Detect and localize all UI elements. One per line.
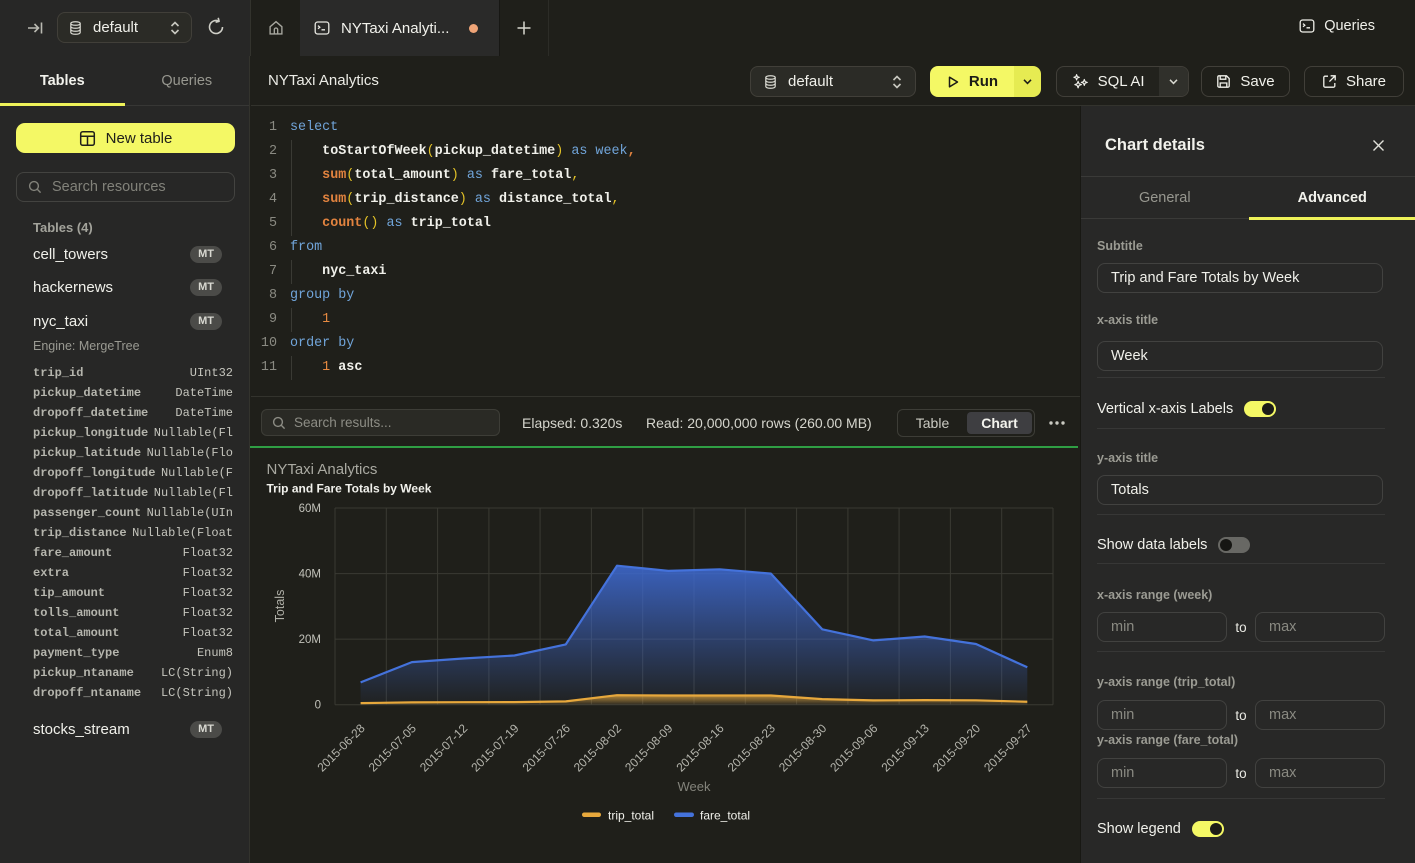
svg-text:fare_total: fare_total — [700, 809, 750, 823]
svg-text:2015-07-05: 2015-07-05 — [366, 721, 420, 775]
svg-text:2015-08-23: 2015-08-23 — [725, 721, 779, 775]
svg-text:2015-06-28: 2015-06-28 — [314, 721, 368, 775]
svg-text:2015-09-27: 2015-09-27 — [981, 721, 1035, 775]
svg-text:NYTaxi Analytics: NYTaxi Analytics — [267, 461, 378, 478]
svg-text:20M: 20M — [299, 634, 321, 646]
svg-text:40M: 40M — [299, 569, 321, 581]
svg-text:Week: Week — [678, 779, 711, 794]
svg-text:60M: 60M — [299, 503, 321, 515]
svg-text:2015-09-20: 2015-09-20 — [930, 721, 984, 775]
svg-text:2015-08-02: 2015-08-02 — [571, 721, 625, 775]
svg-text:2015-07-26: 2015-07-26 — [520, 721, 574, 775]
svg-text:2015-08-09: 2015-08-09 — [622, 721, 676, 775]
svg-text:Totals: Totals — [273, 590, 287, 623]
svg-text:Trip and Fare Totals by Week: Trip and Fare Totals by Week — [267, 482, 432, 496]
svg-text:2015-07-19: 2015-07-19 — [468, 721, 522, 775]
svg-text:2015-08-16: 2015-08-16 — [673, 721, 727, 775]
svg-text:trip_total: trip_total — [608, 809, 654, 823]
svg-text:2015-07-12: 2015-07-12 — [417, 721, 471, 775]
svg-text:2015-08-30: 2015-08-30 — [776, 721, 830, 775]
svg-text:2015-09-13: 2015-09-13 — [879, 721, 933, 775]
svg-text:2015-09-06: 2015-09-06 — [827, 721, 881, 775]
svg-text:0: 0 — [315, 700, 321, 712]
